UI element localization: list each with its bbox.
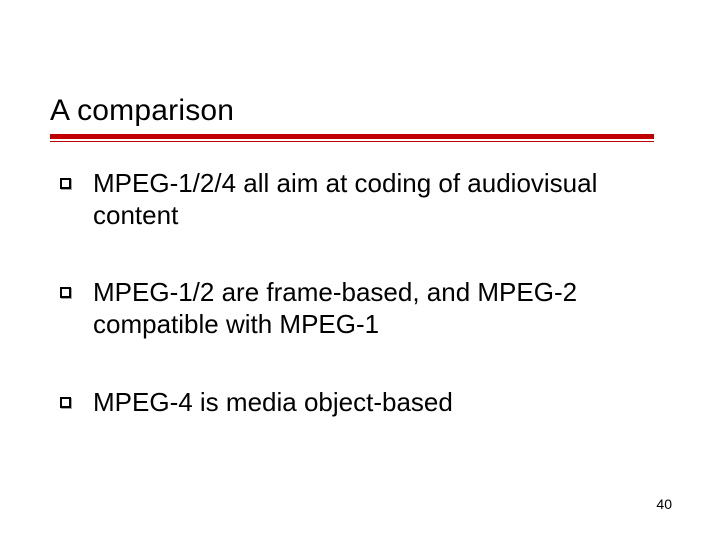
list-item: MPEG-1/2 are frame-based, and MPEG-2 com…	[60, 277, 660, 340]
list-item: MPEG-1/2/4 all aim at coding of audiovis…	[60, 168, 660, 231]
title-underline	[50, 134, 654, 142]
bullet-text: MPEG-4 is media object-based	[93, 387, 453, 419]
slide-title: A comparison	[50, 94, 670, 128]
square-bullet-icon	[60, 397, 71, 408]
list-item: MPEG-4 is media object-based	[60, 387, 660, 419]
bullet-text: MPEG-1/2/4 all aim at coding of audiovis…	[93, 168, 660, 231]
square-bullet-icon	[60, 287, 71, 298]
page-number: 40	[656, 496, 672, 512]
square-bullet-icon	[60, 178, 71, 189]
slide: A comparison MPEG-1/2/4 all aim at codin…	[0, 0, 720, 540]
title-block: A comparison	[50, 94, 670, 142]
slide-body: MPEG-1/2/4 all aim at coding of audiovis…	[60, 168, 660, 465]
bullet-text: MPEG-1/2 are frame-based, and MPEG-2 com…	[93, 277, 660, 340]
